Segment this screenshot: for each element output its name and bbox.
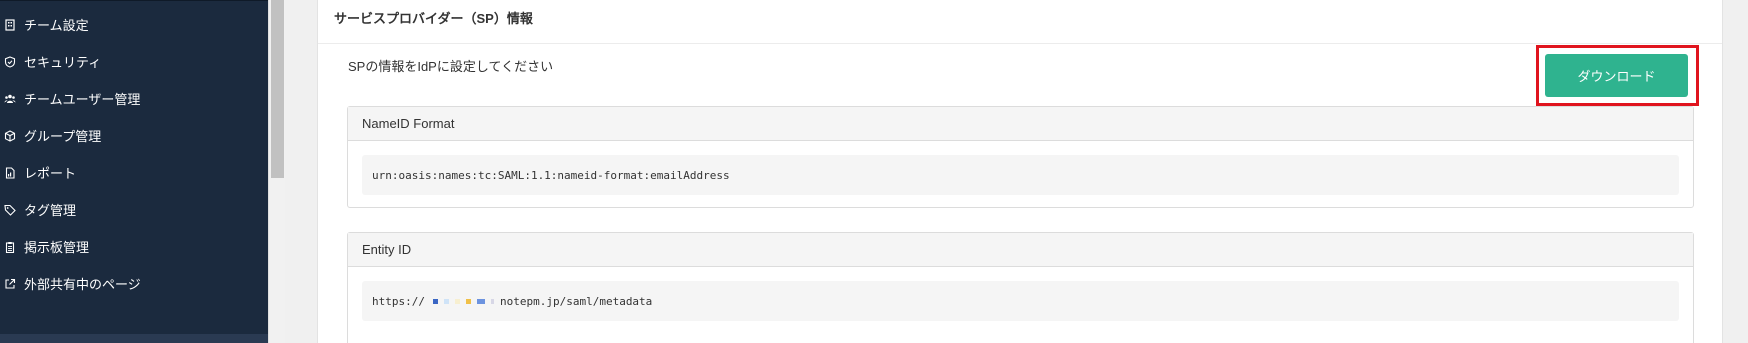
sidebar-item-label: チーム設定	[24, 18, 89, 33]
building-icon	[3, 18, 17, 32]
download-button[interactable]: ダウンロード	[1545, 54, 1688, 97]
external-link-icon	[3, 277, 17, 291]
app-root: チーム設定 セキュリティ チームユーザー管理 グループ管理 レポート タグ管理 …	[0, 0, 1748, 343]
entity-id-panel: Entity ID https:// notepm.jp/saml/metada…	[347, 232, 1694, 343]
sidebar-item-report[interactable]: レポート	[0, 152, 268, 193]
users-icon	[3, 92, 17, 106]
redacted-block	[432, 298, 496, 304]
sidebar-item-label: 外部共有中のページ	[24, 277, 141, 292]
sidebar-item-label: タグ管理	[24, 203, 77, 218]
shield-icon	[3, 55, 17, 69]
sidebar-item-partial[interactable]	[0, 334, 268, 343]
nameid-format-panel: NameID Format urn:oasis:names:tc:SAML:1.…	[347, 106, 1694, 208]
entity-id-value: https:// notepm.jp/saml/metadata	[362, 281, 1679, 321]
description-text: SPの情報をIdPに設定してください	[348, 59, 554, 74]
report-icon	[3, 166, 17, 180]
panel-body: https:// notepm.jp/saml/metadata	[348, 267, 1693, 333]
panel-header: Entity ID	[348, 233, 1693, 267]
sidebar-item-groups[interactable]: グループ管理	[0, 115, 268, 156]
sidebar-item-tags[interactable]: タグ管理	[0, 189, 268, 230]
clipboard-icon	[3, 240, 17, 254]
page-scrollbar[interactable]	[1724, 0, 1748, 343]
sidebar-item-security[interactable]: セキュリティ	[0, 41, 268, 82]
sidebar-scrollbar-thumb[interactable]	[271, 0, 284, 178]
panel-body: urn:oasis:names:tc:SAML:1.1:nameid-forma…	[348, 141, 1693, 207]
entity-id-suffix: notepm.jp/saml/metadata	[499, 294, 653, 308]
nameid-format-value: urn:oasis:names:tc:SAML:1.1:nameid-forma…	[362, 155, 1679, 195]
sidebar-item-label: セキュリティ	[24, 55, 102, 70]
sidebar: チーム設定 セキュリティ チームユーザー管理 グループ管理 レポート タグ管理 …	[0, 0, 270, 343]
sidebar-item-team-users[interactable]: チームユーザー管理	[0, 78, 268, 119]
sidebar-item-team-settings[interactable]: チーム設定	[0, 4, 268, 45]
sidebar-item-external-shares[interactable]: 外部共有中のページ	[0, 263, 268, 304]
sidebar-item-board[interactable]: 掲示板管理	[0, 226, 268, 267]
cube-icon	[3, 129, 17, 143]
tag-icon	[3, 203, 17, 217]
panel-header: NameID Format	[348, 107, 1693, 141]
sidebar-item-label: 掲示板管理	[24, 240, 90, 255]
sidebar-item-label: レポート	[24, 166, 77, 181]
sidebar-item-label: チームユーザー管理	[24, 92, 141, 107]
sidebar-item-label: グループ管理	[24, 129, 102, 144]
entity-id-prefix: https://	[372, 294, 425, 308]
section-title: サービスプロバイダー（SP）情報	[334, 11, 533, 26]
divider	[318, 43, 1722, 44]
